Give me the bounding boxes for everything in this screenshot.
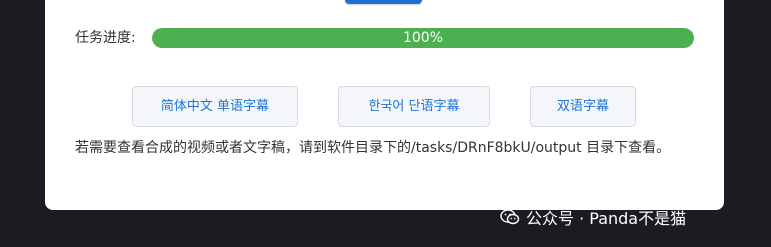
watermark: 公众号 · Panda不是猫: [500, 205, 686, 229]
progress-label: 任务进度:: [75, 30, 136, 46]
progress-bar: 100%: [152, 28, 694, 48]
top-action-button[interactable]: [345, 0, 422, 4]
progress-value: 100%: [402, 30, 444, 46]
output-path-note: 若需要查看合成的视频或者文字稿，请到软件目录下的/tasks/DRnF8bkU/…: [75, 140, 671, 156]
wechat-icon: [500, 209, 520, 225]
watermark-text: 公众号 · Panda不是猫: [526, 209, 687, 228]
korean-subtitle-button[interactable]: 한국어 단语字幕: [338, 86, 490, 127]
bilingual-subtitle-button[interactable]: 双语字幕: [530, 86, 636, 127]
progress-dialog: 任务进度: 100% 简体中文 单语字幕 한국어 단语字幕 双语字幕 若需要查看…: [45, 0, 724, 210]
simplified-chinese-subtitle-button[interactable]: 简体中文 单语字幕: [132, 86, 298, 127]
